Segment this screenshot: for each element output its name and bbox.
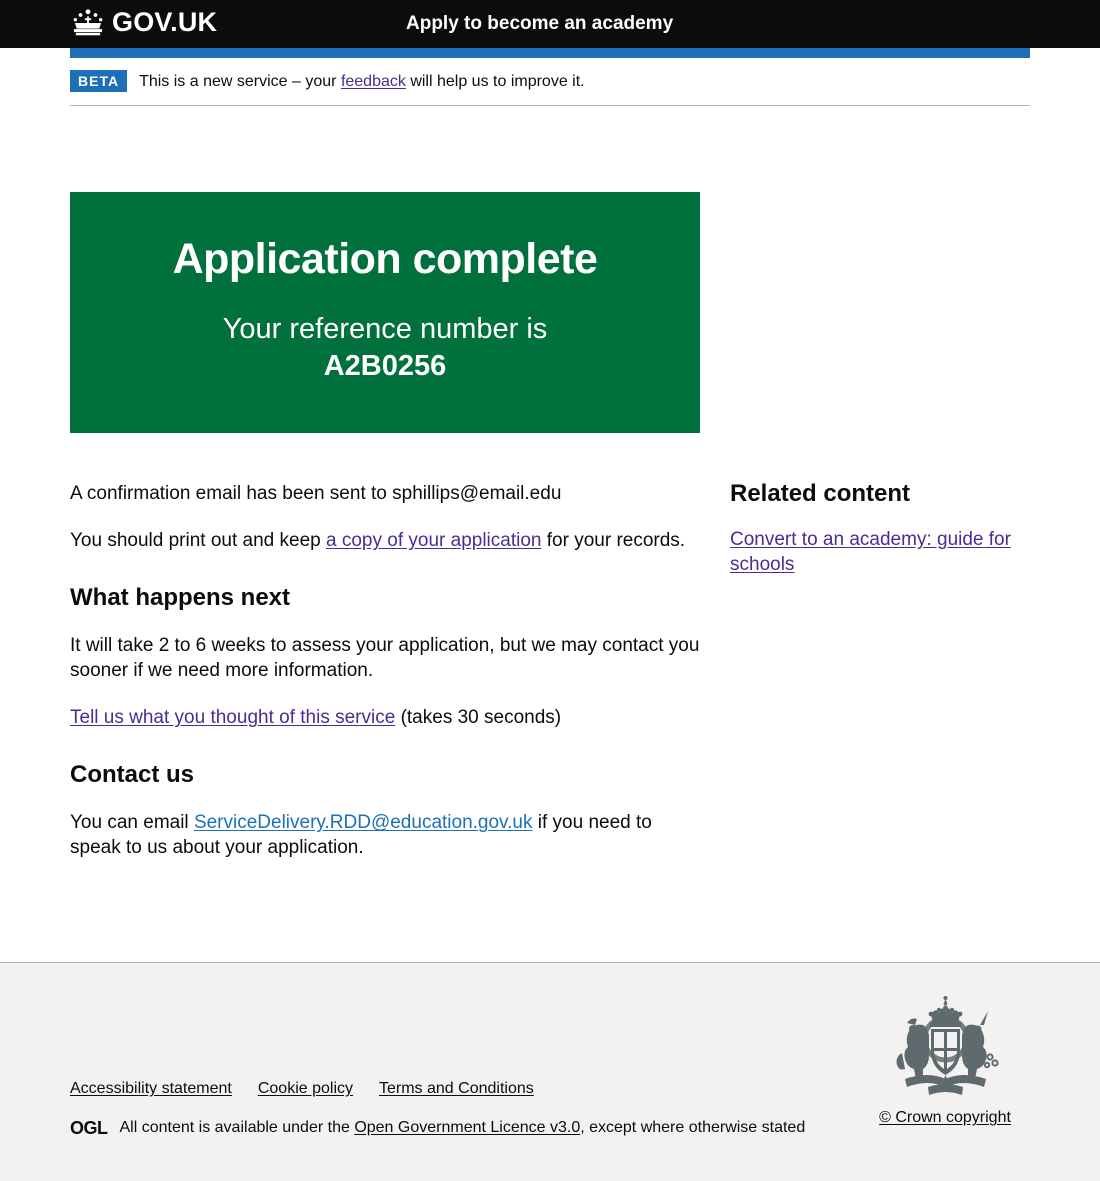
licence-text: All content is available under the Open … (120, 1118, 806, 1138)
print-text-before: You should print out and keep (70, 530, 326, 552)
govuk-header: GOV.UK Apply to become an academy (0, 0, 1100, 48)
open-government-licence-link[interactable]: Open Government Licence v3.0 (354, 1119, 580, 1136)
content-columns: A confirmation email has been sent to sp… (70, 433, 1030, 882)
header-blue-rule (70, 48, 1030, 58)
footer-link-terms-and-conditions[interactable]: Terms and Conditions (379, 1080, 534, 1098)
contact-email-link[interactable]: ServiceDelivery.RDD@education.gov.uk (194, 812, 533, 833)
govuk-home-link[interactable]: GOV.UK (70, 8, 217, 38)
royal-coat-of-arms-icon (860, 995, 1030, 1103)
crown-copyright-link[interactable]: © Crown copyright (879, 1109, 1011, 1126)
footer-links: Accessibility statement Cookie policy Te… (70, 1080, 534, 1098)
tell-us-what-you-thought-link[interactable]: Tell us what you thought of this service (70, 707, 395, 728)
print-text-after: for your records. (541, 530, 686, 552)
page-width-container: BETA This is a new service – your feedba… (70, 58, 1030, 882)
govuk-logo-text: GOV.UK (112, 7, 218, 37)
related-content-heading: Related content (730, 480, 911, 508)
print-copy-paragraph: You should print out and keep a copy of … (70, 528, 700, 553)
copy-of-application-link[interactable]: a copy of your application (326, 530, 541, 551)
phase-text-after: will help us to improve it. (405, 73, 585, 90)
related-content-sidebar: Related content Convert to an academy: g… (730, 480, 1030, 882)
related-content-link[interactable]: Convert to an academy: guide for schools (730, 527, 1030, 577)
phase-banner-text: This is a new service – your feedback wi… (139, 72, 585, 92)
what-happens-next-body: It will take 2 to 6 weeks to assess your… (70, 635, 700, 682)
panel-body: Your reference number is A2B0256 (95, 311, 675, 385)
footer-licence: OGL All content is available under the O… (70, 1117, 805, 1140)
phase-banner: BETA This is a new service – your feedba… (70, 58, 1030, 106)
reference-number: A2B0256 (323, 349, 447, 382)
service-name-link[interactable]: Apply to become an academy (406, 13, 673, 35)
confirmation-email-text: A confirmation email has been sent to sp… (70, 483, 562, 505)
panel-title: Application complete (172, 235, 598, 283)
contact-us-heading: Contact us (70, 761, 195, 789)
govuk-footer: Accessibility statement Cookie policy Te… (0, 962, 1100, 1181)
reference-label: Your reference number is (222, 312, 548, 345)
footer-copyright: © Crown copyright (860, 995, 1030, 1127)
feedback-suffix: (takes 30 seconds) (395, 707, 562, 729)
licence-text-after: , except where otherwise stated (580, 1119, 806, 1137)
footer-link-accessibility-statement[interactable]: Accessibility statement (70, 1080, 232, 1098)
licence-text-before: All content is available under the (119, 1119, 355, 1137)
phase-text-before: This is a new service – your (139, 73, 341, 90)
feedback-link[interactable]: feedback (341, 73, 406, 90)
crown-icon (70, 8, 106, 38)
ogl-logo-icon: OGL (70, 1118, 108, 1138)
phase-tag-beta: BETA (70, 70, 128, 92)
footer-link-cookie-policy[interactable]: Cookie policy (258, 1080, 353, 1098)
confirmation-panel: Application complete Your reference numb… (70, 192, 700, 434)
feedback-paragraph: Tell us what you thought of this service… (70, 705, 700, 730)
what-happens-next-heading: What happens next (70, 584, 291, 612)
contact-text-before: You can email (70, 812, 194, 834)
main-column: A confirmation email has been sent to sp… (70, 481, 700, 882)
main-content: Application complete Your reference numb… (70, 106, 1030, 882)
contact-us-paragraph: You can email ServiceDelivery.RDD@educat… (70, 810, 700, 860)
